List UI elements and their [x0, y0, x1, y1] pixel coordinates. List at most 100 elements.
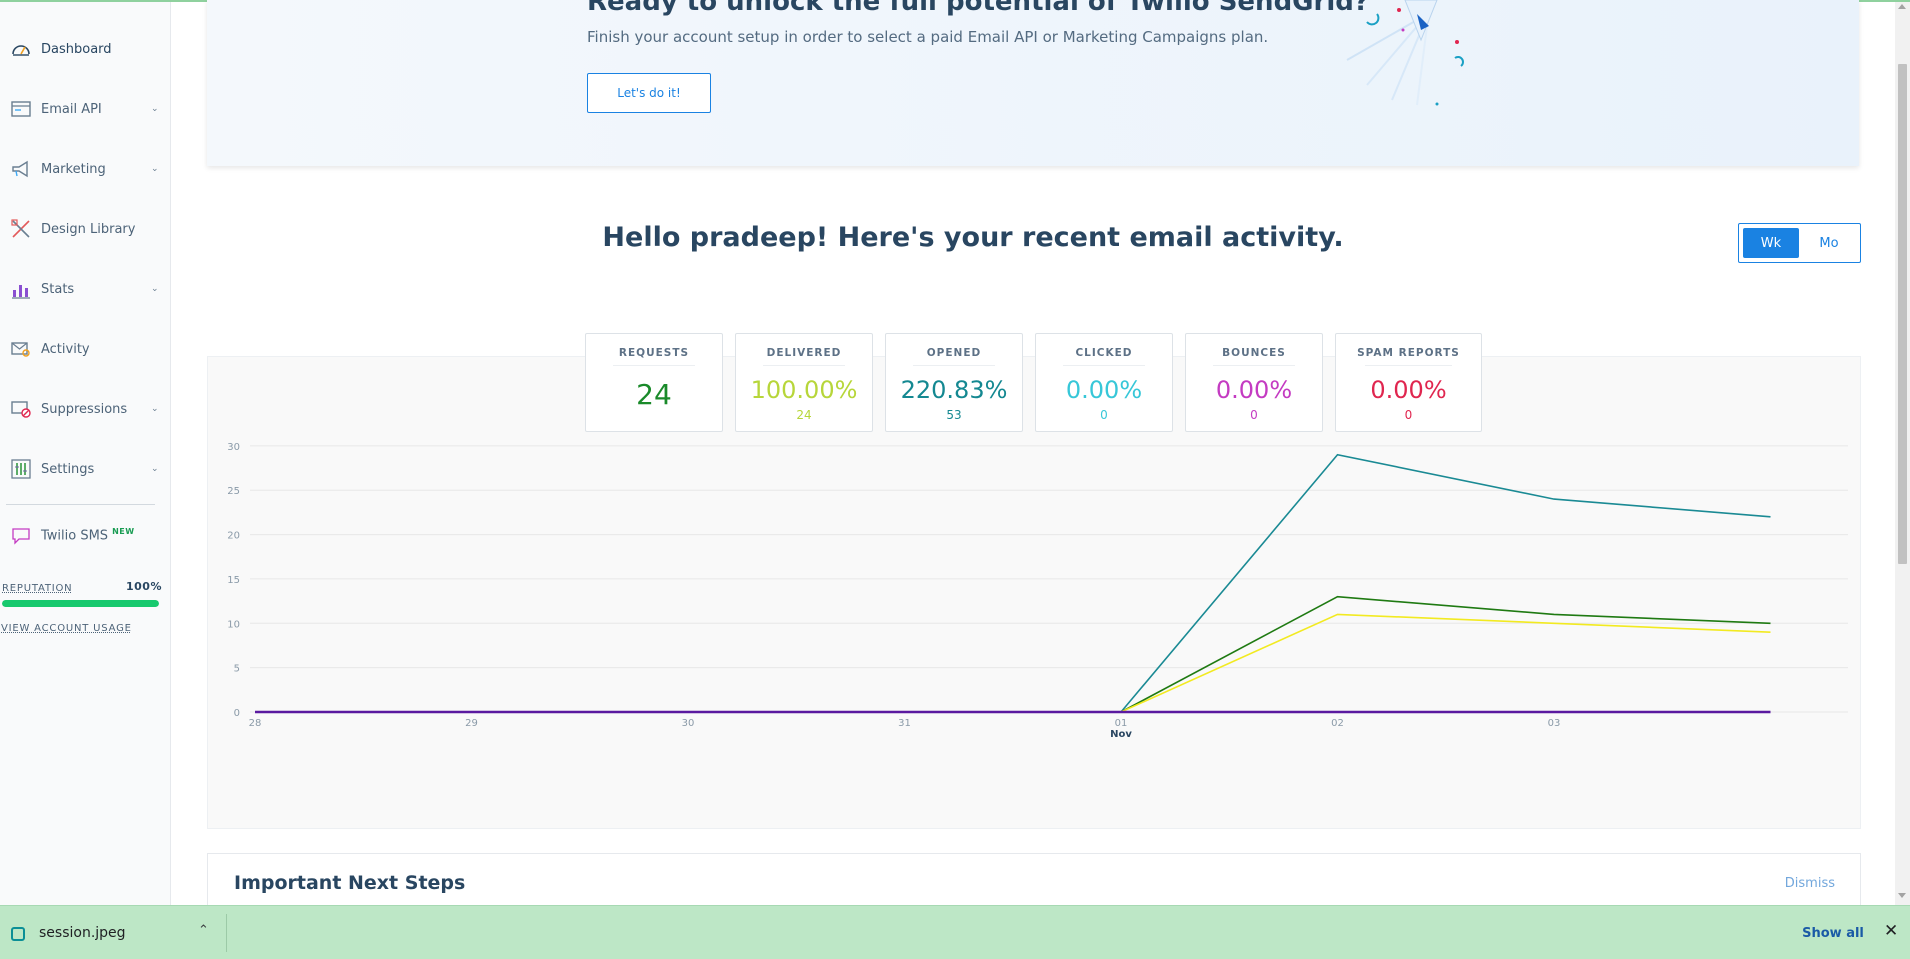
- stat-card-requests: REQUESTS 24: [585, 333, 723, 432]
- sidebar-item-suppressions[interactable]: Suppressions ⌄: [0, 389, 170, 429]
- sidebar-divider: [6, 504, 155, 505]
- y-tick-label: 25: [227, 486, 240, 497]
- stat-value: 0.00%: [1215, 376, 1293, 404]
- period-toggle: Wk Mo: [1738, 223, 1861, 263]
- stat-value: 24: [636, 378, 672, 411]
- sidebar-item-settings[interactable]: Settings ⌄: [0, 449, 170, 489]
- y-tick-label: 15: [227, 575, 240, 586]
- sms-label-wrap: Twilio SMS NEW: [41, 527, 135, 543]
- sidebar-item-activity[interactable]: Activity: [0, 329, 170, 369]
- stat-value: 0.00%: [1370, 376, 1447, 404]
- activity-chart-panel: 0 5 10 15 20 25 30 28 29 30 31 01 Nov 02 03: [207, 356, 1861, 829]
- stat-label: SPAM REPORTS: [1357, 347, 1460, 359]
- close-icon[interactable]: ✕: [1884, 921, 1898, 941]
- sidebar-item-label: Activity: [41, 341, 90, 357]
- y-tick-label: 5: [234, 664, 240, 675]
- activity-envelope-icon: [11, 342, 30, 357]
- stat-card-clicked: CLICKED 0.00% 0: [1035, 333, 1173, 432]
- scrollbar-thumb[interactable]: [1898, 64, 1907, 564]
- settings-sliders-icon: [11, 459, 31, 479]
- paper-plane-illustration: [1346, 0, 1464, 106]
- download-bar: session.jpeg ⌃ Show all ✕: [0, 905, 1910, 959]
- greeting-heading: Hello pradeep! Here's your recent email …: [602, 222, 1344, 253]
- sidebar-item-twilio-sms[interactable]: Twilio SMS NEW: [0, 515, 170, 555]
- stat-card-spam-reports: SPAM REPORTS 0.00% 0: [1335, 333, 1482, 432]
- dismiss-link[interactable]: Dismiss: [1785, 876, 1835, 891]
- stat-value: 100.00%: [750, 376, 858, 404]
- stat-label: DELIVERED: [766, 347, 842, 359]
- y-tick-label: 30: [227, 442, 240, 453]
- sidebar-item-label: Twilio SMS: [41, 528, 109, 544]
- email-api-icon: [11, 101, 31, 117]
- show-all-button[interactable]: Show all: [1795, 921, 1871, 945]
- stat-count: 0: [1250, 408, 1258, 422]
- sidebar-item-marketing[interactable]: Marketing ⌄: [0, 149, 170, 189]
- stat-label: CLICKED: [1075, 347, 1133, 359]
- sidebar-item-email-api[interactable]: Email API ⌄: [0, 89, 170, 129]
- series-line-2: [255, 613, 1771, 713]
- chevron-down-icon: ⌄: [151, 104, 159, 114]
- upgrade-banner: Ready to unlock the full potential of Tw…: [207, 0, 1859, 166]
- stat-value: 0.00%: [1065, 376, 1143, 404]
- chevron-up-icon[interactable]: ⌃: [198, 923, 209, 938]
- sidebar-item-label: Marketing: [41, 161, 106, 177]
- reputation-bar-fill: [2, 600, 159, 607]
- x-tick-label: 01: [1115, 718, 1128, 729]
- activity-line-chart: 0 5 10 15 20 25 30 28 29 30 31 01Nov 02 03: [227, 442, 1848, 740]
- lets-do-it-button[interactable]: Let's do it!: [587, 73, 711, 113]
- chevron-down-icon: ⌄: [151, 164, 159, 174]
- stat-card-opened: OPENED 220.83% 53: [885, 333, 1023, 432]
- month-toggle-button[interactable]: Mo: [1801, 228, 1857, 258]
- next-steps-title: Important Next Steps: [234, 872, 466, 894]
- sidebar-item-dashboard[interactable]: Dashboard: [0, 29, 170, 69]
- scroll-down-arrow-icon[interactable]: [1898, 893, 1906, 898]
- card-divider: [1063, 365, 1145, 366]
- download-file-name[interactable]: session.jpeg: [39, 925, 126, 941]
- image-file-icon: [11, 927, 25, 941]
- dashboard-gauge-icon: [12, 45, 30, 56]
- reputation-value: 100%: [126, 580, 162, 593]
- megaphone-icon: [12, 160, 28, 178]
- stat-label: REQUESTS: [618, 347, 690, 359]
- x-tick-label: 28: [249, 718, 262, 729]
- chevron-down-icon: ⌄: [151, 284, 159, 294]
- stat-count: 0: [1100, 408, 1108, 422]
- download-bar-divider: [226, 914, 227, 952]
- banner-subtitle: Finish your account setup in order to se…: [587, 28, 1269, 46]
- stat-card-delivered: DELIVERED 100.00% 24: [735, 333, 873, 432]
- view-account-usage-link[interactable]: VIEW ACCOUNT USAGE: [1, 623, 132, 634]
- sidebar-item-label: Email API: [41, 101, 102, 117]
- card-divider: [913, 365, 995, 366]
- x-tick-label: 30: [682, 718, 695, 729]
- banner-title: Ready to unlock the full potential of Tw…: [587, 0, 1369, 17]
- reputation-bar: [2, 600, 159, 607]
- x-month-label: Nov: [1110, 729, 1132, 740]
- x-tick-label: 29: [465, 718, 478, 729]
- sidebar-item-label: Design Library: [41, 221, 136, 237]
- chevron-down-icon: ⌄: [151, 404, 159, 414]
- stat-value: 220.83%: [900, 376, 1008, 404]
- week-toggle-button[interactable]: Wk: [1743, 228, 1799, 258]
- stat-count: 24: [796, 408, 812, 422]
- y-tick-label: 0: [234, 708, 240, 719]
- stat-count: 53: [946, 408, 962, 422]
- chat-bubble-icon: [12, 528, 30, 545]
- chevron-down-icon: ⌄: [151, 464, 159, 474]
- scroll-up-arrow-icon[interactable]: [1898, 4, 1906, 9]
- sidebar-item-label: Settings: [41, 461, 95, 477]
- stat-label: OPENED: [926, 347, 982, 359]
- stat-card-bounces: BOUNCES 0.00% 0: [1185, 333, 1323, 432]
- sidebar-item-stats[interactable]: Stats ⌄: [0, 269, 170, 309]
- sidebar-item-label: Stats: [41, 281, 75, 297]
- x-tick-label: 03: [1548, 718, 1561, 729]
- card-divider: [1213, 365, 1295, 366]
- reputation-label: REPUTATION: [2, 583, 73, 594]
- y-tick-label: 20: [227, 531, 240, 542]
- sidebar: Dashboard Email API ⌄ Marketing ⌄ Design…: [0, 2, 171, 905]
- stat-count: 0: [1404, 408, 1413, 422]
- sidebar-item-design-library[interactable]: Design Library: [0, 209, 170, 249]
- suppression-icon: [11, 401, 31, 418]
- series-line-1: [255, 595, 1771, 713]
- card-divider: [613, 365, 695, 366]
- card-divider: [763, 365, 845, 366]
